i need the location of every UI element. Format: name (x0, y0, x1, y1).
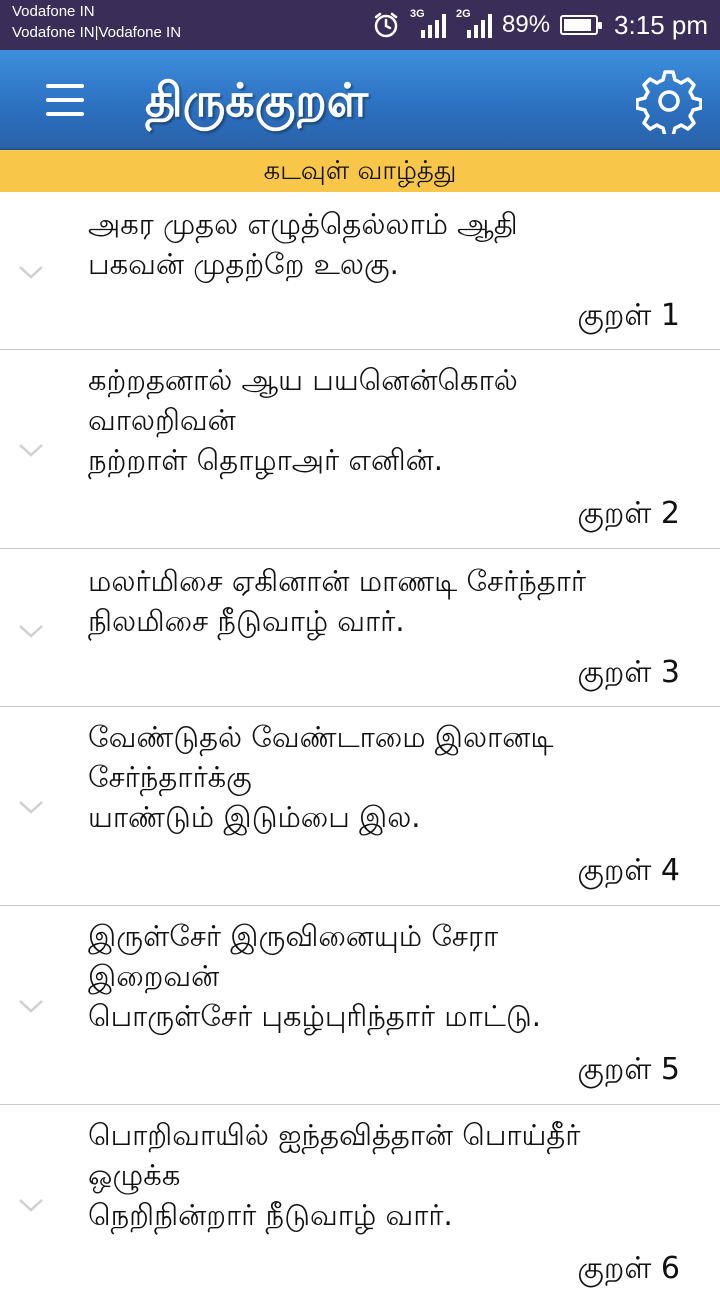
list-item[interactable]: கற்றதனால் ஆய பயனென்கொல் வாலறிவன் நற்றாள்… (0, 350, 720, 549)
kural-number: குறள் 1 (577, 298, 680, 333)
kural-text: அகர முதல எழுத்தெல்லாம் ஆதி பகவன் முதற்றே… (88, 207, 518, 281)
alarm-icon (374, 12, 398, 38)
kural-text: வேண்டுதல் வேண்டாமை இலானடி சேர்ந்தார்க்கு… (88, 720, 554, 834)
battery-percent: 89% (502, 11, 551, 38)
list-item[interactable]: வேண்டுதல் வேண்டாமை இலானடி சேர்ந்தார்க்கு… (0, 707, 720, 906)
kural-number: குறள் 2 (577, 496, 680, 531)
chevron-down-icon[interactable] (18, 1197, 44, 1213)
kural-text: மலர்மிசை ஏகினான் மாணடி சேர்ந்தார் நிலமிச… (88, 564, 587, 638)
list-item[interactable]: பொறிவாயில் ஐந்தவித்தான் பொய்தீர் ஒழுக்க … (0, 1105, 720, 1304)
clock: 3:15 pm (614, 9, 708, 40)
kural-number: குறள் 4 (577, 853, 680, 888)
chapter-title: கடவுள் வாழ்த்து (0, 150, 720, 192)
list-item[interactable]: இருள்சேர் இருவினையும் சேரா இறைவன் பொருள்… (0, 906, 720, 1105)
kural-list: அகர முதல எழுத்தெல்லாம் ஆதி பகவன் முதற்றே… (0, 192, 720, 1304)
chevron-down-icon[interactable] (18, 623, 44, 639)
chevron-down-icon[interactable] (18, 799, 44, 815)
battery-icon (560, 15, 603, 35)
list-item[interactable]: மலர்மிசை ஏகினான் மாணடி சேர்ந்தார் நிலமிச… (0, 549, 720, 707)
kural-text: பொறிவாயில் ஐந்தவித்தான் பொய்தீர் ஒழுக்க … (88, 1118, 581, 1232)
menu-icon[interactable] (40, 78, 92, 122)
chevron-down-icon[interactable] (18, 442, 44, 458)
kural-text: கற்றதனால் ஆய பயனென்கொல் வாலறிவன் நற்றாள்… (88, 363, 518, 477)
list-item[interactable]: அகர முதல எழுத்தெல்லாம் ஆதி பகவன் முதற்றே… (0, 192, 720, 350)
chevron-down-icon[interactable] (18, 264, 44, 280)
kural-number: குறள் 5 (577, 1052, 680, 1087)
kural-number: குறள் 3 (577, 655, 680, 690)
status-icons: 3G 2G 89% 3:15 pm (372, 8, 708, 42)
carrier-name: Vodafone IN (12, 3, 95, 20)
kural-text: இருள்சேர் இருவினையும் சேரா இறைவன் பொருள்… (88, 919, 541, 1033)
status-bar: Vodafone IN Vodafone IN|Vodafone IN 3G 2… (0, 0, 720, 50)
kural-number: குறள் 6 (577, 1251, 680, 1286)
app-title: திருக்குறள் (145, 73, 369, 127)
signal-icon: 3G (410, 8, 446, 40)
chevron-down-icon[interactable] (18, 998, 44, 1014)
carrier-name-dual: Vodafone IN|Vodafone IN (12, 24, 182, 41)
gear-icon[interactable] (636, 68, 702, 134)
app-bar: திருக்குறள் (0, 50, 720, 150)
signal-icon: 2G (456, 8, 492, 40)
